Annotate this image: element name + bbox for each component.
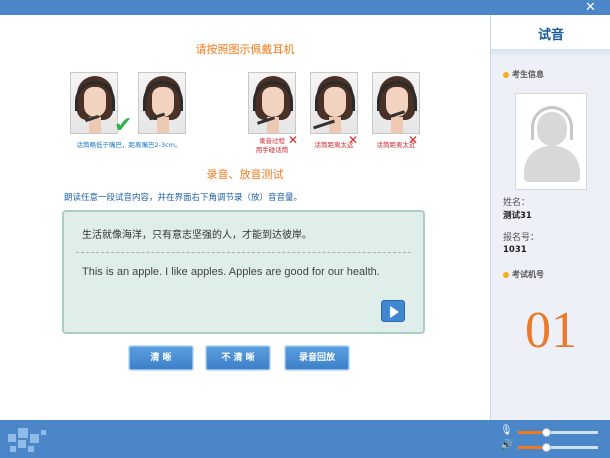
exam-id-label: 报名号： [503, 233, 540, 243]
exam-id-value: 1031 [503, 245, 527, 255]
headset-correct-photo-2 [138, 72, 186, 134]
caption-close: 话筒距离太近 [376, 141, 416, 149]
microphone-icon: 🎙 [500, 425, 513, 436]
speaker-volume-slider[interactable] [518, 443, 598, 452]
sidebar-title: 试音 [537, 28, 564, 43]
name-value: 测试31 [503, 211, 532, 221]
unclear-button[interactable]: 不 清 晰 [206, 346, 270, 370]
instruction-text: 朗读任意一段试音内容，并在界面右下角调节录（放）音音量。 [64, 193, 303, 203]
sample-text-box: 生活就像海洋，只有意志坚强的人，才能到达彼岸。 This is an apple… [62, 210, 425, 334]
speaker-volume-knob[interactable] [542, 443, 551, 452]
sidebar: 试音 考生信息 姓名： 测试31 报名号： 1031 考试机号 01 [490, 15, 610, 420]
machine-number: 01 [525, 302, 577, 359]
name-label: 姓名： [503, 198, 531, 208]
play-button[interactable] [381, 300, 405, 322]
bottom-bar: 🎙 🔊 [0, 420, 610, 458]
speaker-icon: 🔊 [500, 440, 513, 451]
clear-button[interactable]: 清 晰 [129, 346, 193, 370]
mic-volume-knob[interactable] [542, 428, 551, 437]
sidebar-header: 试音 [491, 15, 610, 49]
mic-volume-slider[interactable] [518, 428, 598, 437]
correct-check-icon: ✔ [114, 113, 133, 138]
headset-touch-photo [248, 72, 296, 134]
machine-number-label: 考试机号 [503, 269, 544, 280]
bullet-icon [503, 71, 509, 78]
wear-headset-title: 请按照图示佩戴耳机 [195, 43, 295, 56]
caption-correct: 话筒略低于嘴巴，距离嘴巴2-3cm。 [76, 141, 182, 149]
caption-far: 话筒距离太远 [314, 141, 354, 149]
avatar [515, 93, 587, 190]
headset-close-photo [372, 72, 420, 134]
bullet-icon [503, 271, 509, 278]
candidate-info-label: 考生信息 [503, 69, 544, 80]
headset-far-photo [310, 72, 358, 134]
playback-button[interactable]: 录音回放 [285, 346, 349, 370]
caption-touch: 录音过程 用手碰话筒 [255, 137, 289, 154]
play-icon [390, 306, 399, 318]
close-icon[interactable]: ✕ [583, 0, 598, 15]
english-sample-text: This is an apple. I like apples. Apples … [82, 266, 380, 278]
headset-correct-photo [70, 72, 118, 134]
chinese-sample-text: 生活就像海洋，只有意志坚强的人，才能到达彼岸。 [82, 230, 312, 241]
record-test-title: 录音、放音测试 [206, 168, 284, 181]
title-bar: ✕ [0, 0, 610, 15]
divider [76, 252, 411, 253]
